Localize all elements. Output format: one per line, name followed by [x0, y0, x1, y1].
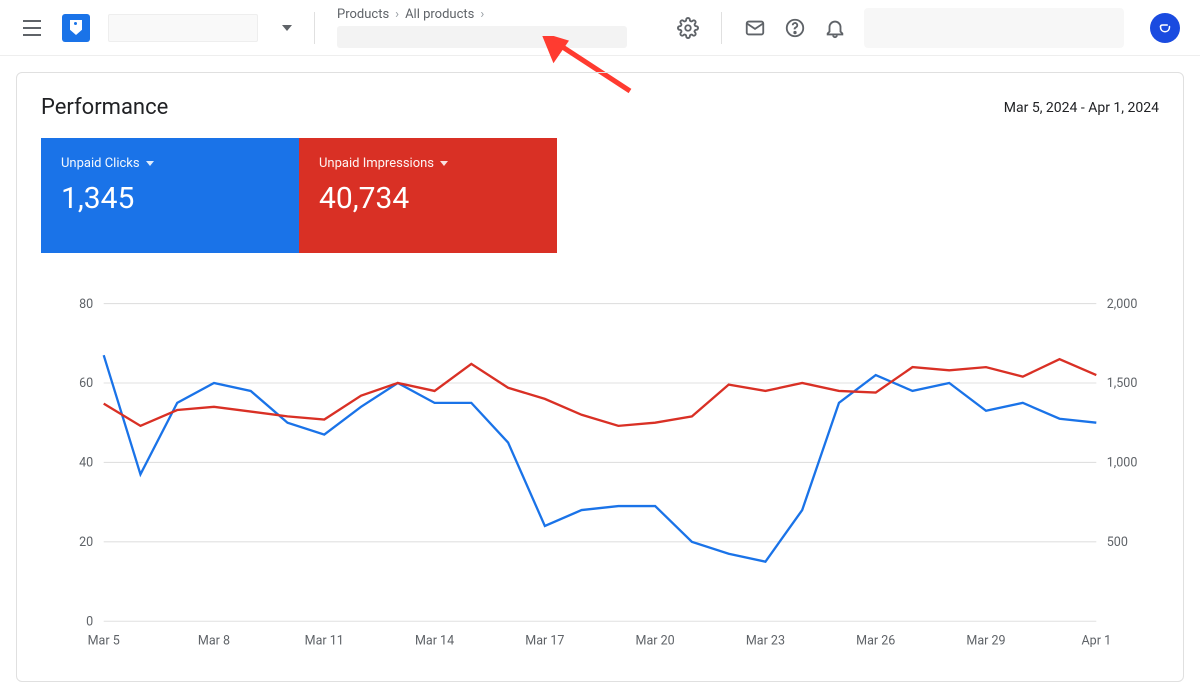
chevron-down-icon	[440, 161, 448, 166]
breadcrumb: Products › All products ›	[337, 7, 659, 22]
svg-text:Mar 20: Mar 20	[636, 633, 675, 648]
card-title: Performance	[41, 95, 168, 120]
svg-text:1,000: 1,000	[1107, 456, 1138, 471]
svg-text:1,500: 1,500	[1107, 376, 1138, 391]
metric-label: Unpaid Impressions	[319, 156, 434, 171]
menu-button[interactable]	[20, 16, 44, 40]
app-header: Products › All products ›	[0, 0, 1200, 56]
svg-text:Mar 26: Mar 26	[856, 633, 895, 648]
svg-text:500: 500	[1107, 535, 1128, 550]
svg-text:Mar 23: Mar 23	[746, 633, 785, 648]
chevron-down-icon	[146, 161, 154, 166]
breadcrumb-item[interactable]: Products	[337, 7, 389, 22]
help-icon[interactable]	[784, 17, 806, 39]
svg-text:Mar 11: Mar 11	[305, 633, 344, 648]
performance-card: Performance Mar 5, 2024 - Apr 1, 2024 Un…	[16, 72, 1184, 682]
divider	[721, 12, 722, 44]
notifications-icon[interactable]	[824, 17, 846, 39]
date-range[interactable]: Mar 5, 2024 - Apr 1, 2024	[1004, 100, 1159, 116]
svg-text:Mar 5: Mar 5	[88, 633, 120, 648]
metric-cards: Unpaid Clicks 1,345 Unpaid Impressions 4…	[41, 138, 1159, 253]
metric-label: Unpaid Clicks	[61, 156, 140, 171]
merchant-center-logo	[62, 14, 90, 42]
metric-value: 1,345	[61, 181, 279, 216]
svg-text:80: 80	[79, 297, 93, 312]
svg-text:Apr 1: Apr 1	[1082, 633, 1112, 648]
svg-text:Mar 8: Mar 8	[198, 633, 230, 648]
performance-chart: 0 20 40 60 80 500 1,000 1,500 2,000 Mar 5 Mar 8 Mar…	[41, 293, 1159, 653]
svg-text:Mar 29: Mar 29	[966, 633, 1005, 648]
svg-text:Mar 17: Mar 17	[525, 633, 564, 648]
breadcrumb-current-redacted	[337, 26, 627, 48]
svg-text:Mar 14: Mar 14	[415, 633, 454, 648]
chevron-right-icon: ›	[480, 7, 484, 22]
chevron-down-icon	[282, 25, 292, 31]
chevron-right-icon: ›	[395, 7, 399, 22]
svg-text:40: 40	[79, 456, 93, 471]
metric-value: 40,734	[319, 181, 537, 216]
mail-icon[interactable]	[744, 17, 766, 39]
svg-text:20: 20	[79, 535, 93, 550]
metric-card-impressions[interactable]: Unpaid Impressions 40,734	[299, 138, 557, 253]
svg-text:60: 60	[79, 376, 93, 391]
metric-card-clicks[interactable]: Unpaid Clicks 1,345	[41, 138, 299, 253]
account-selector[interactable]	[108, 14, 258, 42]
card-header: Performance Mar 5, 2024 - Apr 1, 2024	[41, 95, 1159, 120]
account-area-redacted[interactable]	[864, 8, 1124, 48]
breadcrumb-wrap: Products › All products ›	[337, 7, 659, 48]
divider	[314, 12, 315, 44]
breadcrumb-item[interactable]: All products	[405, 7, 474, 22]
svg-text:2,000: 2,000	[1107, 297, 1138, 312]
brand-badge-icon[interactable]	[1150, 13, 1180, 43]
chart-svg: 0 20 40 60 80 500 1,000 1,500 2,000 Mar 5 Mar 8 Mar…	[41, 293, 1159, 653]
svg-text:0: 0	[86, 614, 93, 629]
settings-icon[interactable]	[677, 17, 699, 39]
